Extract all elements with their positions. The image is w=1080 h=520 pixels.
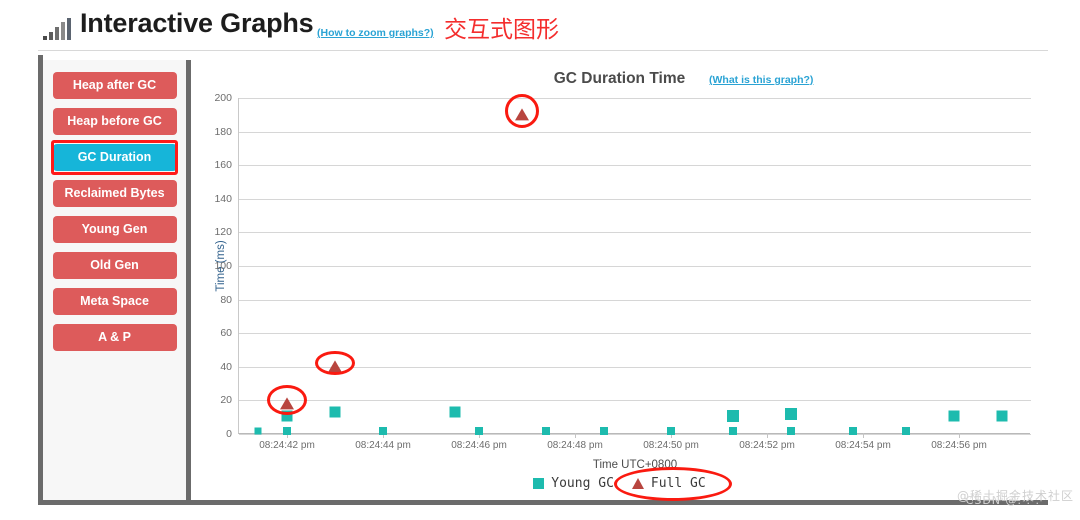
sidebar-button-gc-duration[interactable]: GC Duration — [52, 144, 177, 171]
data-point-young-gc-3[interactable] — [329, 406, 341, 418]
sidebar-item-wrap-3: Reclaimed Bytes — [43, 180, 186, 207]
sidebar-item-wrap-0: Heap after GC — [43, 72, 186, 99]
data-point-young-gc-1[interactable] — [283, 426, 291, 435]
x-axis-label: Time UTC+0800 — [592, 459, 678, 471]
sidebar-button-young-gen[interactable]: Young Gen — [52, 216, 177, 243]
plot-area[interactable]: Time (ms) Time UTC+0800 0 20 40 60 80 100 120 1… — [214, 92, 1031, 471]
y-gridline-100 — [239, 266, 1031, 267]
header-divider — [38, 50, 1048, 51]
page-title-chinese: 交互式图形 — [444, 17, 559, 43]
legend-triangle-icon — [631, 478, 644, 489]
sidebar-item-wrap-1: Heap before GC — [43, 108, 186, 135]
data-point-young-gc-11[interactable] — [729, 426, 738, 435]
x-tick-label-5: 08:24:52 pm — [739, 440, 795, 451]
sidebar-item-wrap-4: Young Gen — [43, 216, 186, 243]
sidebar-button-a-p[interactable]: A & P — [52, 324, 177, 351]
sidebar-item-wrap-7: A & P — [43, 324, 186, 351]
data-point-young-gc-7[interactable] — [542, 426, 551, 435]
data-point-young-gc-2[interactable] — [281, 410, 293, 422]
sidebar-button-reclaimed-bytes[interactable]: Reclaimed Bytes — [52, 180, 177, 207]
y-tick-label-80: 80 — [220, 293, 232, 306]
y-tick-label-0: 0 — [226, 428, 232, 440]
data-point-full-gc-1[interactable] — [328, 360, 342, 373]
y-tick-label-120: 120 — [214, 226, 232, 239]
x-tick-label-1: 08:24:44 pm — [355, 440, 411, 451]
y-gridline-40 — [239, 366, 1031, 368]
data-point-young-gc-6[interactable] — [475, 426, 483, 435]
data-point-young-gc-8[interactable] — [599, 426, 608, 435]
page-header: Interactive Graphs (How to zoom graphs?)… — [0, 0, 1080, 52]
y-gridline-20 — [239, 400, 1031, 402]
y-tick-label-160: 160 — [214, 159, 232, 172]
y-gridline-140 — [239, 198, 1031, 200]
data-point-young-gc-13[interactable] — [787, 426, 795, 435]
legend-square-icon — [533, 478, 545, 489]
legend-label: Young GC — [551, 476, 614, 491]
y-gridline-0 — [239, 434, 1031, 435]
data-point-full-gc-2[interactable] — [515, 108, 530, 121]
watermark-secondary: CSDN @. . . — [965, 494, 1040, 507]
y-tick-label-60: 60 — [220, 327, 232, 340]
y-gridline-160 — [239, 165, 1031, 167]
x-tick-label-0: 08:24:42 pm — [259, 440, 315, 451]
data-point-young-gc-4[interactable] — [379, 426, 387, 435]
sidebar-item-wrap-5: Old Gen — [43, 252, 186, 279]
sidebar-button-heap-after-gc[interactable]: Heap after GC — [52, 72, 177, 99]
y-tick-label-180: 180 — [214, 125, 232, 138]
data-point-young-gc-12[interactable] — [785, 407, 797, 420]
y-gridline-60 — [239, 333, 1031, 335]
chart-card: GC Duration Time (What is this graph?) T… — [196, 60, 1043, 501]
page-root: Interactive Graphs (How to zoom graphs?)… — [0, 0, 1080, 520]
data-point-young-gc-0[interactable] — [254, 427, 262, 435]
x-tick-label-7: 08:24:56 pm — [931, 440, 987, 451]
y-gridline-120 — [239, 232, 1031, 234]
x-tick-label-2: 08:24:46 pm — [451, 440, 507, 451]
how-to-zoom-graphs-link[interactable]: (How to zoom graphs?) — [317, 27, 434, 39]
legend-item-young-gc[interactable]: Young GC — [533, 476, 614, 491]
graph-type-sidebar: Heap after GC Heap before GC GC Duration Re… — [43, 60, 191, 500]
legend-label: Full GC — [650, 476, 706, 491]
data-point-young-gc-9[interactable] — [667, 426, 675, 435]
data-point-young-gc-17[interactable] — [996, 410, 1008, 422]
sidebar-button-heap-before-gc[interactable]: Heap before GC — [52, 108, 177, 135]
x-tick-label-4: 08:24:50 pm — [643, 440, 699, 451]
sidebar-item-wrap-6: Meta Space — [43, 288, 186, 315]
data-point-young-gc-16[interactable] — [948, 410, 960, 422]
x-tick-mark-6 — [863, 433, 864, 438]
bar-chart-icon — [43, 18, 73, 40]
y-gridline-80 — [239, 299, 1031, 301]
chart-title: GC Duration Time — [553, 70, 686, 87]
y-tick-label-100: 100 — [214, 260, 232, 272]
sidebar-button-old-gen[interactable]: Old Gen — [52, 252, 177, 279]
data-point-young-gc-14[interactable] — [849, 426, 858, 435]
y-tick-label-20: 20 — [220, 394, 232, 407]
y-tick-label-200: 200 — [214, 92, 232, 104]
x-tick-mark-3 — [575, 433, 576, 438]
y-tick-label-40: 40 — [220, 360, 232, 373]
legend-item-full-gc[interactable]: Full GC — [631, 476, 706, 491]
data-point-full-gc-0[interactable] — [280, 397, 294, 410]
x-tick-label-6: 08:24:54 pm — [835, 440, 891, 451]
y-gridline-200 — [239, 98, 1031, 99]
data-point-young-gc-5[interactable] — [449, 406, 461, 418]
data-point-young-gc-10[interactable] — [727, 409, 740, 422]
sidebar-item-wrap-2: GC Duration — [43, 140, 186, 175]
x-tick-mark-7 — [959, 433, 960, 438]
sidebar-button-meta-space[interactable]: Meta Space — [52, 288, 177, 315]
x-tick-mark-5 — [767, 433, 768, 438]
y-gridline-180 — [239, 131, 1031, 133]
what-is-this-graph-link[interactable]: (What is this graph?) — [709, 74, 813, 86]
x-tick-label-3: 08:24:48 pm — [547, 440, 603, 451]
bottom-bar — [0, 505, 1080, 520]
y-tick-label-140: 140 — [214, 192, 232, 205]
data-point-young-gc-15[interactable] — [902, 426, 911, 435]
page-title: Interactive Graphs — [80, 8, 314, 38]
chart-legend: Young GC Full GC — [196, 466, 1043, 501]
